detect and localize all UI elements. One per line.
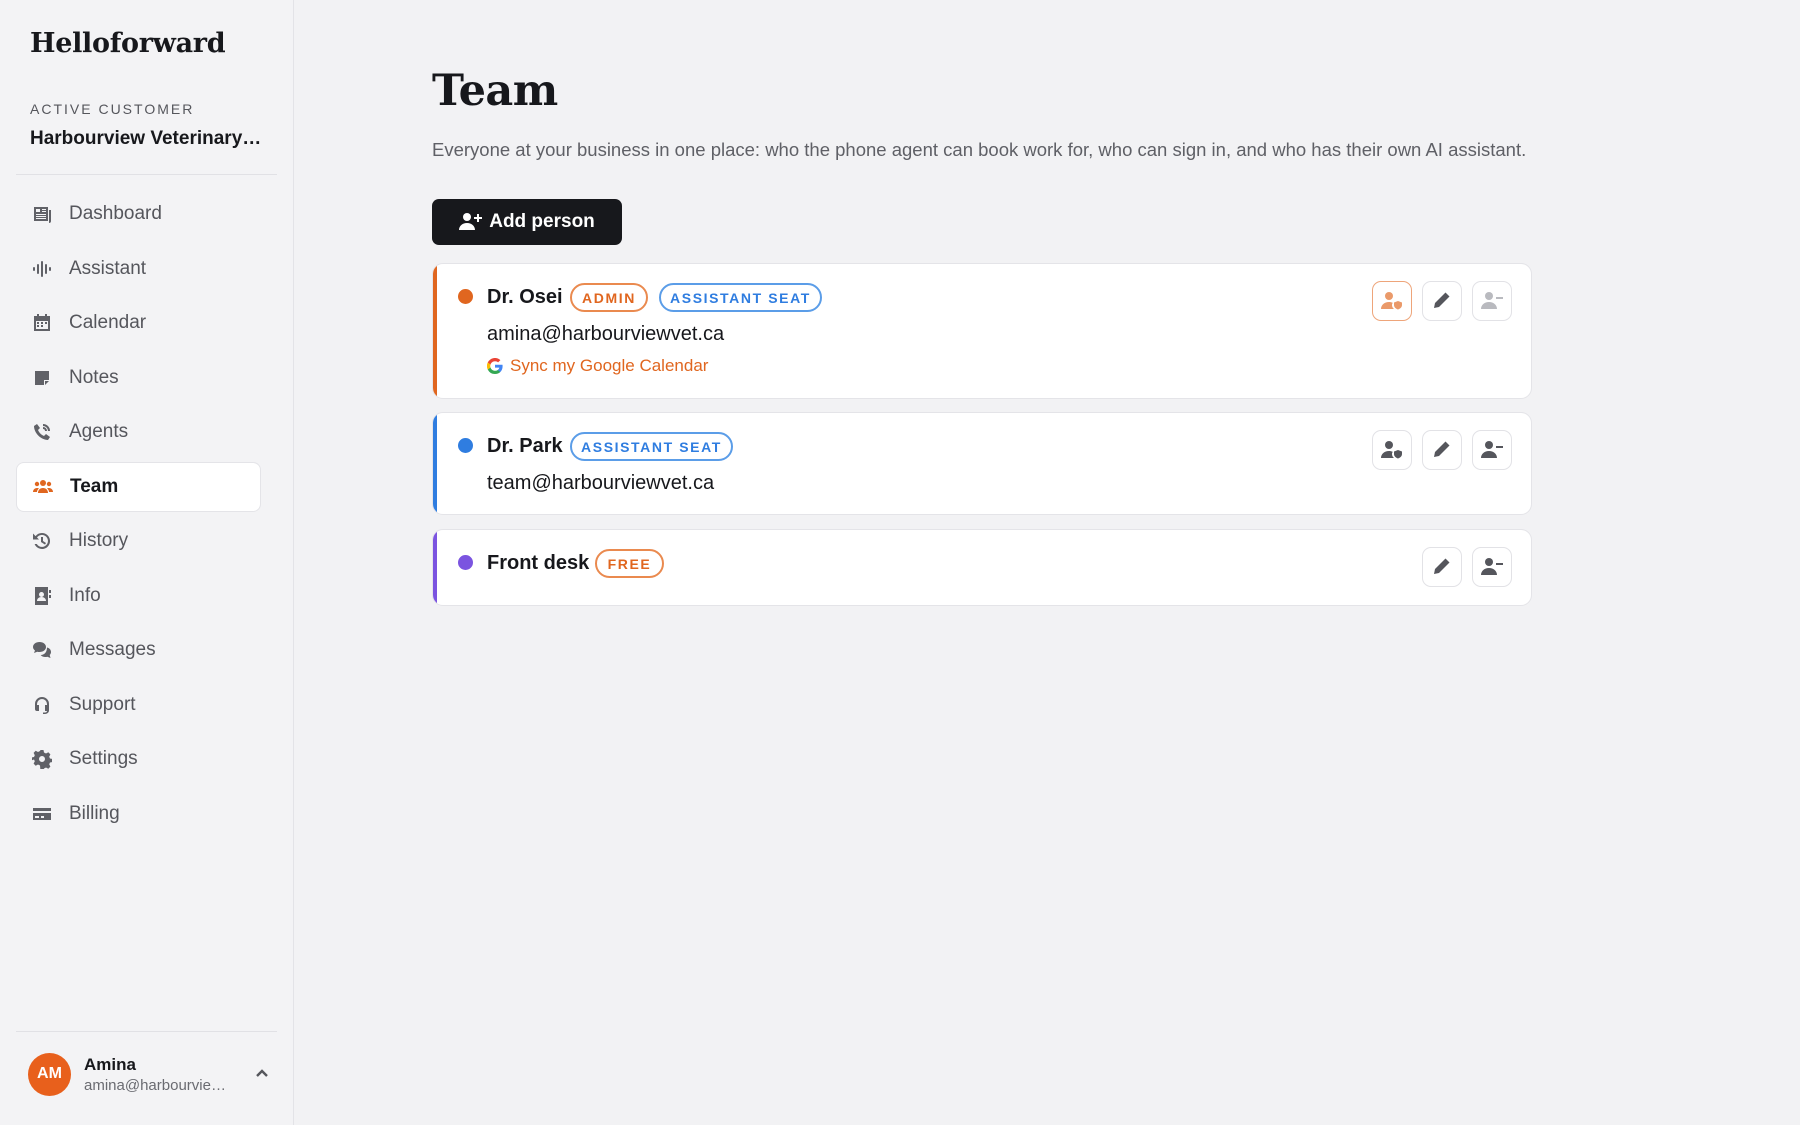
member-color-dot bbox=[458, 438, 473, 453]
user-shield-icon bbox=[1381, 441, 1402, 459]
sidebar-item-label: Settings bbox=[69, 748, 138, 769]
add-person-label: Add person bbox=[489, 211, 595, 232]
pencil-icon bbox=[1434, 441, 1450, 457]
user-email: amina@harbourviewvet.ca bbox=[84, 1076, 234, 1094]
waveform-icon bbox=[30, 258, 54, 280]
sidebar-item-label: History bbox=[69, 530, 129, 551]
headset-icon bbox=[30, 694, 54, 716]
remove-member-button[interactable] bbox=[1472, 281, 1512, 321]
team-member-card: Dr. Park ASSISTANT SEAT team@harbourview… bbox=[432, 412, 1532, 515]
sidebar-item-billing[interactable]: Billing bbox=[16, 789, 261, 839]
sidebar-nav: Dashboard Assistant Calendar Notes Agent… bbox=[16, 189, 261, 843]
member-email: amina@harbourviewvet.ca bbox=[487, 323, 725, 345]
sidebar-item-calendar[interactable]: Calendar bbox=[16, 298, 261, 348]
contact-card-icon bbox=[30, 585, 54, 607]
brand-logo[interactable]: Helloforward bbox=[30, 28, 226, 59]
team-member-card: Front desk FREE bbox=[432, 529, 1532, 606]
dashboard-icon bbox=[30, 203, 54, 225]
sidebar-item-history[interactable]: History bbox=[16, 516, 261, 566]
sidebar-item-label: Calendar bbox=[69, 312, 147, 333]
edit-member-button[interactable] bbox=[1422, 430, 1462, 470]
admin-badge: ADMIN bbox=[570, 283, 648, 312]
pencil-icon bbox=[1434, 558, 1450, 574]
sync-link-label: Sync my Google Calendar bbox=[510, 356, 709, 375]
sidebar-item-label: Assistant bbox=[69, 257, 147, 279]
google-icon bbox=[487, 358, 503, 374]
sidebar-item-label: Billing bbox=[69, 802, 120, 824]
edit-member-button[interactable] bbox=[1422, 281, 1462, 321]
sync-google-calendar-link[interactable]: Sync my Google Calendar bbox=[487, 356, 708, 376]
assistant-seat-badge: ASSISTANT SEAT bbox=[570, 432, 733, 461]
remove-member-button[interactable] bbox=[1472, 547, 1512, 587]
sidebar-divider bbox=[16, 174, 277, 175]
add-person-button[interactable]: Add person bbox=[432, 199, 622, 245]
user-name: Amina bbox=[84, 1054, 136, 1074]
sidebar-item-label: Notes bbox=[69, 366, 119, 388]
credit-card-icon bbox=[30, 803, 54, 825]
sidebar-item-support[interactable]: Support bbox=[16, 680, 261, 730]
sidebar-item-info[interactable]: Info bbox=[16, 571, 261, 621]
calendar-icon bbox=[30, 312, 54, 334]
sidebar-item-label: Support bbox=[69, 693, 136, 715]
sidebar-item-label: Messages bbox=[69, 639, 156, 660]
user-minus-icon bbox=[1481, 441, 1503, 458]
avatar: AM bbox=[28, 1052, 71, 1096]
active-customer-name[interactable]: Harbourview Veterinary Hospital bbox=[30, 128, 266, 150]
user-shield-icon bbox=[1381, 292, 1402, 310]
card-accent-bar bbox=[433, 530, 437, 605]
member-name: Dr. Osei bbox=[487, 286, 563, 308]
remove-member-button[interactable] bbox=[1472, 430, 1512, 470]
sidebar-divider bbox=[16, 1031, 277, 1032]
member-color-dot bbox=[458, 289, 473, 304]
free-badge: FREE bbox=[595, 549, 664, 578]
history-icon bbox=[30, 530, 54, 552]
edit-member-button[interactable] bbox=[1422, 547, 1462, 587]
member-name: Front desk bbox=[487, 552, 590, 574]
pencil-icon bbox=[1434, 292, 1450, 308]
member-email: team@harbourviewvet.ca bbox=[487, 472, 715, 494]
sidebar-item-team[interactable]: Team bbox=[16, 461, 261, 512]
chevron-up-icon[interactable] bbox=[254, 1066, 270, 1082]
team-member-card: Dr. Osei ADMIN ASSISTANT SEAT amina@harb… bbox=[432, 263, 1532, 399]
page-description: Everyone at your business in one place: … bbox=[432, 139, 1527, 160]
sidebar-item-dashboard[interactable]: Dashboard bbox=[16, 189, 261, 239]
sidebar-item-label: Info bbox=[69, 584, 101, 606]
sidebar-item-settings[interactable]: Settings bbox=[16, 734, 261, 784]
user-minus-icon bbox=[1481, 558, 1503, 575]
sidebar-item-label: Dashboard bbox=[69, 203, 162, 224]
sidebar-item-assistant[interactable]: Assistant bbox=[16, 244, 261, 294]
note-icon bbox=[30, 367, 54, 389]
chat-icon bbox=[30, 639, 54, 661]
sidebar-item-messages[interactable]: Messages bbox=[16, 625, 261, 675]
user-plus-icon bbox=[459, 213, 483, 230]
sidebar-item-notes[interactable]: Notes bbox=[16, 353, 261, 403]
sidebar-item-label: Agents bbox=[69, 421, 129, 442]
member-color-dot bbox=[458, 555, 473, 570]
phone-icon bbox=[30, 421, 54, 443]
page-title: Team bbox=[432, 66, 558, 116]
admin-access-button[interactable] bbox=[1372, 430, 1412, 470]
users-icon bbox=[31, 476, 55, 498]
admin-access-button[interactable] bbox=[1372, 281, 1412, 321]
sidebar: Helloforward ACTIVE CUSTOMER Harbourview… bbox=[0, 0, 294, 1125]
user-menu[interactable]: AM Amina amina@harbourviewvet.ca bbox=[16, 1042, 277, 1106]
active-customer-label: ACTIVE CUSTOMER bbox=[30, 101, 195, 117]
sidebar-item-label: Team bbox=[70, 475, 119, 497]
gear-icon bbox=[30, 748, 54, 770]
card-accent-bar bbox=[433, 413, 437, 514]
sidebar-item-agents[interactable]: Agents bbox=[16, 407, 261, 457]
user-minus-icon bbox=[1481, 292, 1503, 309]
member-name: Dr. Park bbox=[487, 435, 563, 457]
assistant-seat-badge: ASSISTANT SEAT bbox=[659, 283, 822, 312]
card-accent-bar bbox=[433, 264, 437, 398]
